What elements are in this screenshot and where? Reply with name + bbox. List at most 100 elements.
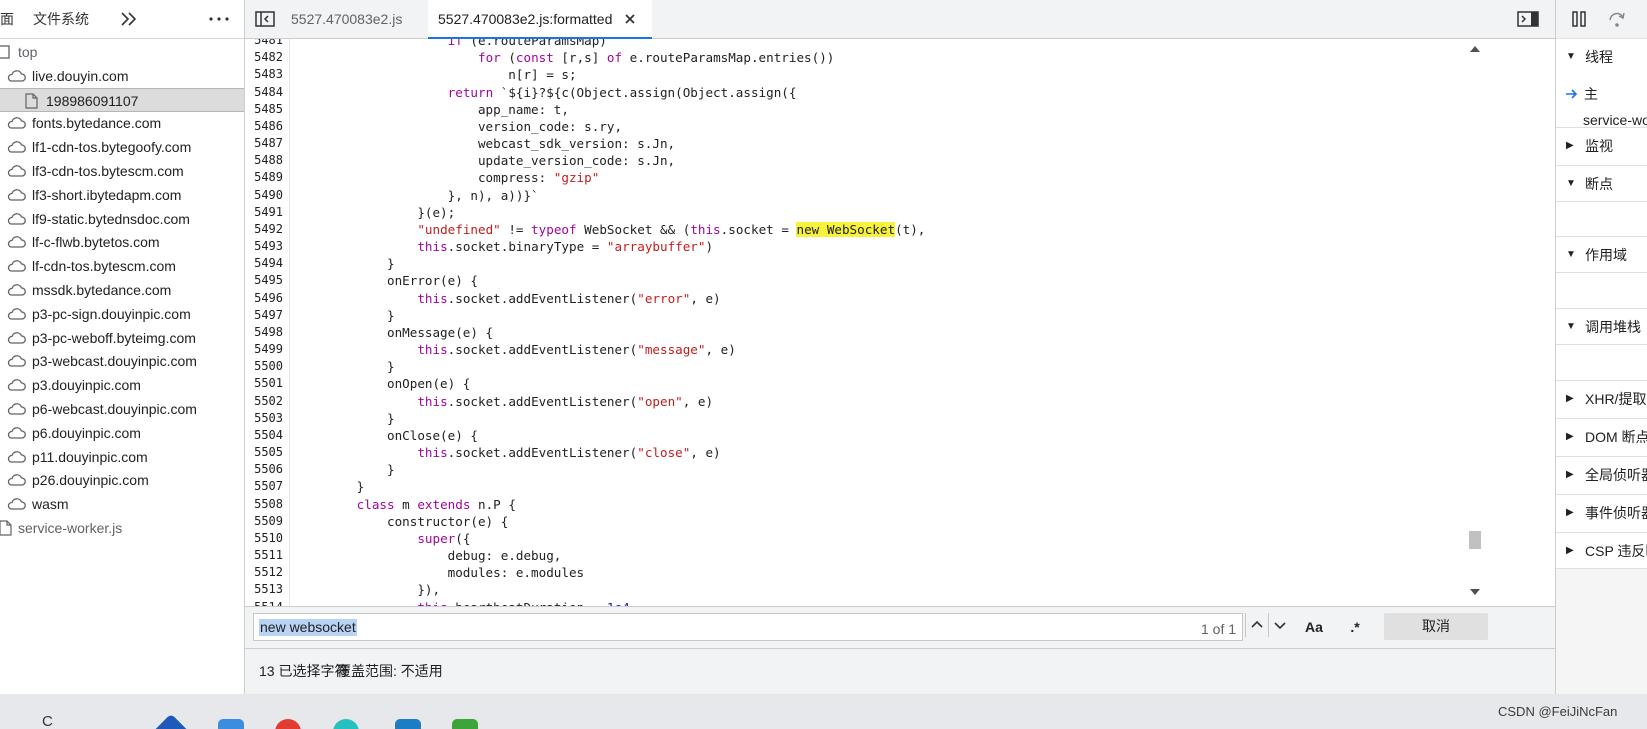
cancel-button[interactable]: 取消 <box>1384 613 1488 640</box>
scroll-down-icon[interactable] <box>1470 588 1480 596</box>
line-source: onError(e) { <box>296 272 478 289</box>
line-number[interactable]: 5493 <box>245 238 283 255</box>
tab-filesystem[interactable]: 文件系统 <box>33 0 89 38</box>
editor-tab[interactable]: 5527.470083e2.js <box>283 0 410 38</box>
line-number[interactable]: 5505 <box>245 444 283 461</box>
tree-item[interactable]: p6-webcast.douyinpic.com <box>0 397 244 421</box>
vertical-scrollbar[interactable] <box>1467 39 1483 606</box>
app-icon[interactable] <box>152 713 190 729</box>
close-icon[interactable] <box>623 12 637 26</box>
section-header[interactable]: ▶ XHR/提取断点 <box>1556 380 1647 417</box>
tree-item[interactable]: p26.douyinpic.com <box>0 468 244 492</box>
line-number[interactable]: 5514 <box>245 599 283 606</box>
line-number[interactable]: 5506 <box>245 461 283 478</box>
tree-item[interactable]: p11.douyinpic.com <box>0 445 244 469</box>
line-number[interactable]: 5489 <box>245 169 283 186</box>
section-header[interactable]: ▼ 断点 <box>1556 165 1647 202</box>
tree-item[interactable]: p3-pc-weboff.byteimg.com <box>0 326 244 350</box>
line-source: webcast_sdk_version: s.Jn, <box>296 135 675 152</box>
tree-item[interactable]: lf3-cdn-tos.bytescm.com <box>0 159 244 183</box>
section-header[interactable]: ▶ 全局侦听器 <box>1556 456 1647 493</box>
tree-item[interactable]: p3-webcast.douyinpic.com <box>0 349 244 373</box>
line-number[interactable]: 5513 <box>245 581 283 598</box>
line-number[interactable]: 5484 <box>245 84 283 101</box>
tree-item[interactable]: p3-pc-sign.douyinpic.com <box>0 302 244 326</box>
section-header[interactable]: ▼ 作用域 <box>1556 236 1647 273</box>
app-icon[interactable] <box>333 719 359 729</box>
more-options-icon[interactable] <box>206 8 232 30</box>
tree-item[interactable]: p6.douyinpic.com <box>0 421 244 445</box>
line-number[interactable]: 5511 <box>245 547 283 564</box>
section-header[interactable]: ▶ DOM 断点 <box>1556 418 1647 455</box>
section-header[interactable]: ▼ 调用堆栈 <box>1556 308 1647 345</box>
code-token: webcast_sdk_version: s.Jn, <box>296 136 676 152</box>
code-view[interactable]: 5481 if (e.routeParamsMap) 5482 for (cons… <box>245 39 1555 606</box>
tree-item[interactable]: lf-c-flwb.bytetos.com <box>0 230 244 254</box>
step-over-icon[interactable] <box>1607 10 1627 28</box>
tree-item[interactable]: p3.douyinpic.com <box>0 373 244 397</box>
tree-item[interactable]: live.douyin.com <box>0 64 244 88</box>
file-icon <box>0 520 12 536</box>
section-header[interactable]: ▼ 线程 <box>1556 38 1647 75</box>
line-number[interactable]: 5485 <box>245 101 283 118</box>
tree-item[interactable]: wasm <box>0 492 244 516</box>
toggle-navigator-icon[interactable] <box>255 10 275 28</box>
app-icon[interactable] <box>452 719 478 729</box>
scroll-up-icon[interactable] <box>1470 45 1480 53</box>
line-number[interactable]: 5494 <box>245 255 283 272</box>
line-number[interactable]: 5486 <box>245 118 283 135</box>
section-header[interactable]: ▶ CSP 违反断点 <box>1556 532 1647 569</box>
tree-item[interactable]: lf3-short.ibytedapm.com <box>0 183 244 207</box>
toggle-debugger-icon[interactable] <box>1517 10 1539 28</box>
app-icon[interactable] <box>395 719 421 729</box>
regex-button[interactable]: .* <box>1343 613 1367 641</box>
search-input[interactable]: new websocket 1 of 1 <box>253 613 1243 641</box>
app-icon[interactable] <box>218 719 244 729</box>
line-number[interactable]: 5499 <box>245 341 283 358</box>
code-token: compress: <box>296 170 554 186</box>
thread-main[interactable]: 主 <box>1556 81 1647 107</box>
line-number[interactable]: 5507 <box>245 478 283 495</box>
tree-item[interactable]: service-worker.js <box>0 516 244 540</box>
line-number[interactable]: 5492 <box>245 221 283 238</box>
line-number[interactable]: 5509 <box>245 513 283 530</box>
tree-item[interactable]: lf-cdn-tos.bytescm.com <box>0 254 244 278</box>
line-number[interactable]: 5500 <box>245 358 283 375</box>
tree-item[interactable]: lf9-static.bytednsdoc.com <box>0 207 244 231</box>
thread-service-worker[interactable]: service-worker.js <box>1583 107 1647 133</box>
line-number[interactable]: 5502 <box>245 393 283 410</box>
more-tabs-icon[interactable] <box>118 8 140 30</box>
line-number[interactable]: 5481 <box>245 39 283 49</box>
tree-item[interactable]: lf1-cdn-tos.bytegoofy.com <box>0 135 244 159</box>
scrollbar-thumb[interactable] <box>1469 531 1481 549</box>
tree-item[interactable]: top <box>0 40 244 64</box>
line-number[interactable]: 5482 <box>245 49 283 66</box>
line-number[interactable]: 5508 <box>245 496 283 513</box>
next-match-button[interactable] <box>1268 613 1291 637</box>
line-number[interactable]: 5497 <box>245 307 283 324</box>
editor-tab-active[interactable]: 5527.470083e2.js:formatted <box>428 0 653 39</box>
line-number[interactable]: 5491 <box>245 204 283 221</box>
line-number[interactable]: 5504 <box>245 427 283 444</box>
app-icon[interactable] <box>275 719 301 729</box>
line-number[interactable]: 5503 <box>245 410 283 427</box>
tree-item[interactable]: 198986091107 <box>0 87 244 112</box>
line-number[interactable]: 5498 <box>245 324 283 341</box>
pause-icon[interactable] <box>1571 10 1587 28</box>
line-number[interactable]: 5488 <box>245 152 283 169</box>
tree-item[interactable]: mssdk.bytedance.com <box>0 278 244 302</box>
code-token: != <box>500 221 532 237</box>
line-number[interactable]: 5495 <box>245 272 283 289</box>
line-number[interactable]: 5512 <box>245 564 283 581</box>
match-case-button[interactable]: Aa <box>1300 613 1328 641</box>
line-number[interactable]: 5496 <box>245 290 283 307</box>
line-number[interactable]: 5501 <box>245 375 283 392</box>
line-number[interactable]: 5510 <box>245 530 283 547</box>
previous-match-button[interactable] <box>1245 613 1268 637</box>
tree-item[interactable]: fonts.bytedance.com <box>0 111 244 135</box>
tab-page[interactable]: 面 <box>0 0 14 38</box>
line-number[interactable]: 5490 <box>245 187 283 204</box>
line-number[interactable]: 5487 <box>245 135 283 152</box>
section-header[interactable]: ▶ 事件侦听器断点 <box>1556 494 1647 531</box>
line-number[interactable]: 5483 <box>245 66 283 83</box>
